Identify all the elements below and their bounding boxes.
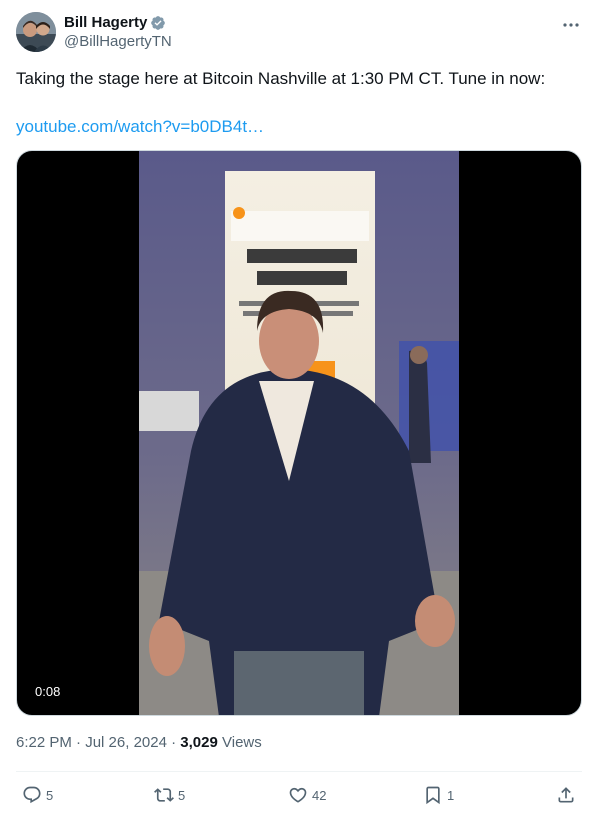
avatar[interactable]	[16, 12, 56, 52]
action-bar: 5 5 42 1	[16, 784, 582, 808]
views-count: 3,029	[180, 734, 218, 751]
more-horizontal-icon[interactable]	[562, 16, 580, 34]
reply-icon	[23, 786, 41, 804]
meta-separator: ·	[71, 734, 86, 751]
tweet-meta: 6:22 PM · Jul 26, 2024 · 3,029 Views	[16, 733, 262, 753]
meta-separator: ·	[166, 734, 181, 751]
like-button[interactable]: 42	[288, 784, 326, 806]
verified-badge-icon[interactable]	[150, 15, 166, 31]
video-player[interactable]: 0:08	[16, 150, 582, 716]
repost-button[interactable]: 5	[154, 784, 185, 806]
tweet-link[interactable]: youtube.com/watch?v=b0DB4t…	[16, 116, 264, 138]
reply-button[interactable]: 5	[22, 784, 53, 806]
repost-icon	[154, 788, 174, 802]
tweet-date[interactable]: Jul 26, 2024	[85, 734, 167, 751]
repost-count: 5	[178, 787, 186, 803]
share-button[interactable]	[556, 784, 576, 806]
author-handle[interactable]: @BillHagertyTN	[64, 33, 172, 50]
author-display-name[interactable]: Bill Hagerty	[64, 14, 147, 31]
share-icon	[558, 787, 574, 803]
video-frame	[139, 151, 459, 715]
tweet-time[interactable]: 6:22 PM	[16, 734, 72, 751]
divider	[16, 771, 582, 772]
bookmark-count: 1	[447, 787, 455, 803]
tweet-text: Taking the stage here at Bitcoin Nashvil…	[16, 69, 546, 88]
heart-icon	[289, 787, 307, 803]
views-label: Views	[222, 734, 262, 751]
like-count: 42	[312, 787, 327, 803]
reply-count: 5	[46, 787, 54, 803]
tweet-header: Bill Hagerty @BillHagertyTN	[16, 12, 582, 54]
bookmark-icon	[426, 786, 440, 805]
video-duration: 0:08	[29, 682, 67, 701]
bookmark-button[interactable]: 1	[423, 784, 454, 806]
